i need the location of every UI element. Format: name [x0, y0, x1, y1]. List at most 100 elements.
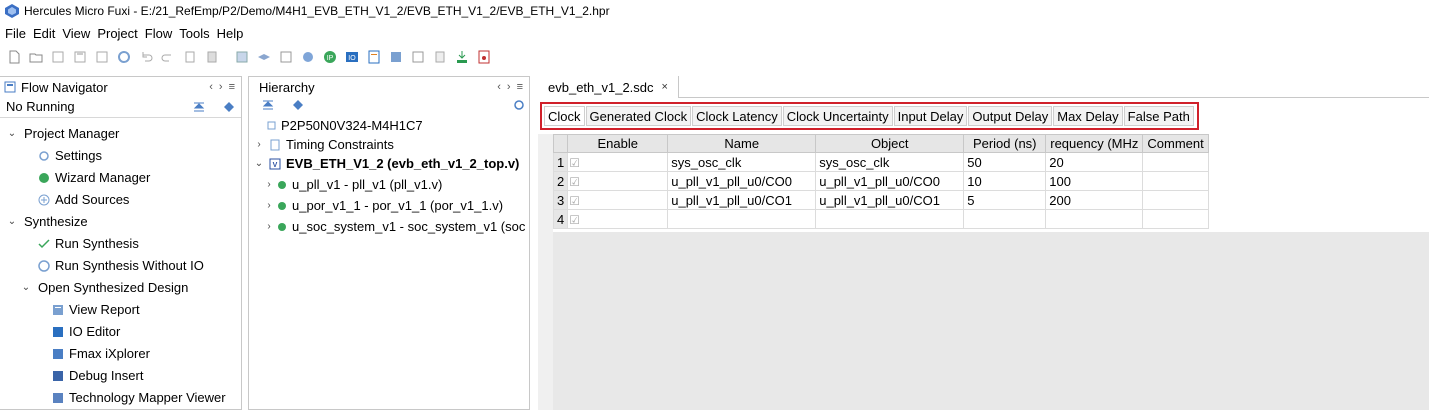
close-icon[interactable]: × [662, 81, 668, 93]
enable-checkbox[interactable]: ☑ [567, 152, 669, 172]
hier-top-module[interactable]: ⌄ V EVB_ETH_V1_2 (evb_eth_v1_2_top.v) [253, 156, 520, 171]
table-row[interactable]: 1 ☑ sys_osc_clk sys_osc_clk 50 20 [552, 152, 1210, 172]
expand-all-icon[interactable] [222, 101, 236, 113]
layers-icon[interactable] [256, 49, 272, 65]
nav-wizard-manager[interactable]: Wizard Manager [38, 170, 150, 185]
table-row[interactable]: 3 ☑ u_pll_v1_pll_u0/CO1 u_pll_v1_pll_u0/… [552, 190, 1210, 210]
chevron-down-icon[interactable]: ⌄ [6, 216, 18, 227]
nav-debug-insert[interactable]: Debug Insert [52, 368, 143, 383]
nav-synthesize[interactable]: ⌄ Synthesize [6, 214, 88, 229]
col-name[interactable]: Name [667, 134, 817, 153]
hier-expand-icon[interactable] [291, 99, 305, 111]
cell-period[interactable]: 50 [963, 152, 1047, 172]
hier-collapse-icon[interactable] [261, 99, 275, 111]
open-folder-icon[interactable] [28, 49, 44, 65]
menu-flow[interactable]: Flow [144, 26, 173, 41]
tab-clock-latency[interactable]: Clock Latency [692, 106, 782, 126]
cell-frequency[interactable]: 100 [1045, 171, 1144, 191]
checkbox-icon[interactable]: ☑ [569, 194, 580, 208]
nav-project-manager[interactable]: ⌄ Project Manager [6, 126, 120, 141]
tab-input-delay[interactable]: Input Delay [893, 106, 968, 126]
table-row[interactable]: 2 ☑ u_pll_v1_pll_u0/CO0 u_pll_v1_pll_u0/… [552, 171, 1210, 191]
settings-icon[interactable] [116, 49, 132, 65]
tab-false-path[interactable]: False Path [1123, 106, 1194, 126]
redo-icon[interactable] [160, 49, 176, 65]
nav-view-report[interactable]: View Report [52, 302, 140, 317]
nav-run-synthesis[interactable]: Run Synthesis [38, 236, 139, 251]
paste-icon[interactable] [204, 49, 220, 65]
cell-period[interactable]: 5 [963, 190, 1047, 210]
enable-checkbox[interactable]: ☑ [567, 171, 669, 191]
tab-max-delay[interactable]: Max Delay [1053, 106, 1123, 126]
tab-output-delay[interactable]: Output Delay [968, 106, 1053, 126]
tab-generated-clock[interactable]: Generated Clock [585, 106, 692, 126]
enable-checkbox[interactable]: ☑ [567, 209, 669, 229]
timing-icon[interactable] [410, 49, 426, 65]
enable-checkbox[interactable]: ☑ [567, 190, 669, 210]
hier-pll[interactable]: › u_pll_v1 - pll_v1 (pll_v1.v) [263, 177, 442, 192]
debug-icon[interactable] [388, 49, 404, 65]
menu-help[interactable]: Help [216, 26, 245, 41]
hier-device[interactable]: P2P50N0V324-M4H1C7 [267, 118, 423, 133]
menu-tools[interactable]: Tools [178, 26, 210, 41]
nav-io-editor[interactable]: IO Editor [52, 324, 120, 339]
nav-add-sources[interactable]: Add Sources [38, 192, 129, 207]
cell-frequency[interactable]: 20 [1045, 152, 1144, 172]
cell-name[interactable]: u_pll_v1_pll_u0/CO1 [667, 190, 817, 210]
cell-period[interactable]: 10 [963, 171, 1047, 191]
cell-object[interactable]: u_pll_v1_pll_u0/CO1 [815, 190, 965, 210]
ip-icon[interactable]: IP [322, 49, 338, 65]
collapse-all-icon[interactable] [192, 101, 206, 113]
cell-comment[interactable] [1142, 209, 1210, 229]
save-icon[interactable] [50, 49, 66, 65]
netlist-icon[interactable] [278, 49, 294, 65]
nav-technology-mapper-viewer[interactable]: Technology Mapper Viewer [52, 390, 226, 405]
cell-comment[interactable] [1142, 190, 1210, 210]
cell-frequency[interactable]: 200 [1045, 190, 1144, 210]
cell-object[interactable]: sys_osc_clk [815, 152, 965, 172]
refresh-icon[interactable] [513, 99, 525, 111]
col-object[interactable]: Object [815, 134, 965, 153]
program-icon[interactable] [476, 49, 492, 65]
menu-edit[interactable]: Edit [32, 26, 56, 41]
tab-clock-uncertainty[interactable]: Clock Uncertainty [782, 106, 893, 126]
chevron-right-icon[interactable]: › [263, 200, 275, 211]
nav-back-icon[interactable]: ‹ [209, 81, 213, 93]
cell-frequency[interactable] [1045, 209, 1144, 229]
undo-icon[interactable] [138, 49, 154, 65]
table-row[interactable]: 4 ☑ [552, 209, 1210, 229]
chevron-down-icon[interactable]: ⌄ [253, 158, 265, 169]
menu-view[interactable]: View [61, 26, 91, 41]
checkbox-icon[interactable]: ☑ [569, 213, 580, 227]
chevron-down-icon[interactable]: ⌄ [6, 128, 18, 139]
chevron-right-icon[interactable]: › [253, 139, 265, 150]
download-icon[interactable] [454, 49, 470, 65]
hier-por[interactable]: › u_por_v1_1 - por_v1_1 (por_v1_1.v) [263, 198, 503, 213]
hier-soc-system[interactable]: › u_soc_system_v1 - soc_system_v1 (soc [263, 219, 525, 234]
synthesis-icon[interactable] [300, 49, 316, 65]
checkbox-icon[interactable]: ☑ [569, 175, 580, 189]
nav-forward-icon[interactable]: › [219, 81, 223, 93]
sdc-file-tab[interactable]: evb_eth_v1_2.sdc × [538, 76, 679, 98]
copy-icon[interactable] [182, 49, 198, 65]
checkbox-icon[interactable]: ☑ [569, 156, 580, 170]
menu-file[interactable]: File [4, 26, 27, 41]
chip-icon[interactable] [234, 49, 250, 65]
new-file-icon[interactable] [6, 49, 22, 65]
hier-timing-constraints[interactable]: › Timing Constraints [253, 137, 394, 152]
cell-name[interactable] [667, 209, 817, 229]
cell-name[interactable]: sys_osc_clk [667, 152, 817, 172]
hier-menu-icon[interactable]: ≡ [517, 81, 523, 93]
cell-comment[interactable] [1142, 152, 1210, 172]
cell-period[interactable] [963, 209, 1047, 229]
report-icon[interactable] [366, 49, 382, 65]
clipboard-icon[interactable] [432, 49, 448, 65]
cell-object[interactable]: u_pll_v1_pll_u0/CO0 [815, 171, 965, 191]
cell-name[interactable]: u_pll_v1_pll_u0/CO0 [667, 171, 817, 191]
chevron-right-icon[interactable]: › [263, 179, 275, 190]
chevron-down-icon[interactable]: ⌄ [20, 282, 32, 293]
save-as-icon[interactable] [94, 49, 110, 65]
hier-forward-icon[interactable]: › [507, 81, 511, 93]
cell-object[interactable] [815, 209, 965, 229]
tab-clock[interactable]: Clock [544, 106, 585, 126]
